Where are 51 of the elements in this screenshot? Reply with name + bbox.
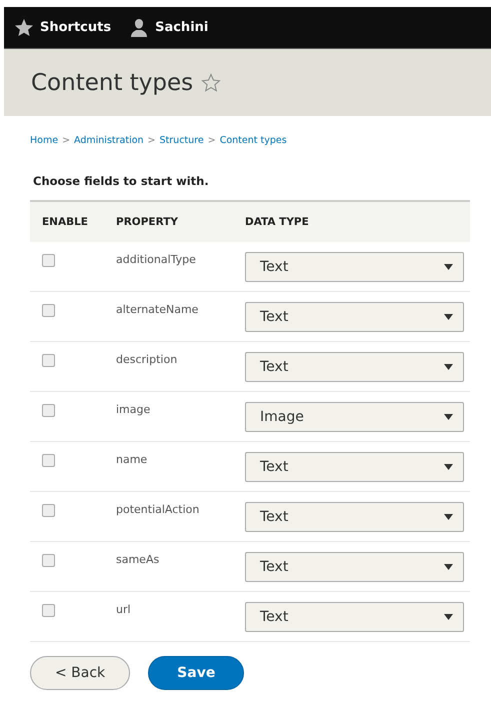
toolbar-link[interactable]: Shortcuts bbox=[14, 18, 112, 38]
caret-icon bbox=[444, 614, 453, 620]
caret-icon bbox=[444, 514, 453, 520]
data-type-select[interactable]: Text bbox=[245, 352, 464, 382]
property-name: description bbox=[116, 353, 178, 366]
column-header: ENABLE bbox=[30, 201, 116, 242]
caret-icon bbox=[444, 314, 453, 320]
data-type-select[interactable]: Text bbox=[245, 502, 464, 532]
enable-checkbox[interactable] bbox=[42, 454, 55, 467]
property-name: alternateName bbox=[116, 303, 198, 316]
breadcrumb-link[interactable]: Home bbox=[30, 135, 58, 146]
caret-icon bbox=[444, 364, 453, 370]
star-icon[interactable] bbox=[201, 72, 222, 92]
data-type-select[interactable]: Text bbox=[245, 302, 464, 332]
breadcrumb-separator: > bbox=[208, 135, 216, 146]
property-name: additionalType bbox=[116, 253, 196, 266]
enable-checkbox[interactable] bbox=[42, 254, 55, 267]
enable-checkbox[interactable] bbox=[42, 554, 55, 567]
enable-checkbox[interactable] bbox=[42, 604, 55, 617]
back-button[interactable]: < Back bbox=[30, 656, 130, 690]
column-header: DATA TYPE bbox=[245, 201, 470, 242]
breadcrumb-link[interactable]: Content types bbox=[220, 135, 287, 146]
data-type-select[interactable]: Text bbox=[245, 252, 464, 282]
breadcrumb-separator: > bbox=[62, 135, 70, 146]
caret-icon bbox=[444, 414, 453, 420]
data-type-select[interactable]: Text bbox=[245, 452, 464, 482]
star-icon bbox=[14, 18, 34, 38]
enable-checkbox[interactable] bbox=[42, 304, 55, 317]
toolbar-link[interactable]: Sachini bbox=[129, 18, 208, 38]
property-name: potentialAction bbox=[116, 503, 200, 516]
breadcrumb-separator: > bbox=[148, 135, 156, 146]
property-name: sameAs bbox=[116, 553, 160, 566]
save-button[interactable]: Save bbox=[148, 656, 244, 690]
caret-icon bbox=[444, 264, 453, 270]
page-title: Content types bbox=[31, 70, 194, 96]
breadcrumb-link[interactable]: Structure bbox=[160, 135, 204, 146]
enable-checkbox[interactable] bbox=[42, 354, 55, 367]
enable-checkbox[interactable] bbox=[42, 404, 55, 417]
data-type-select[interactable]: Image bbox=[245, 402, 464, 432]
property-name: image bbox=[116, 403, 150, 416]
data-type-select[interactable]: Text bbox=[245, 602, 464, 632]
data-type-select[interactable]: Text bbox=[245, 552, 464, 582]
property-name: url bbox=[116, 603, 131, 616]
user-icon bbox=[129, 18, 150, 38]
property-name: name bbox=[116, 453, 148, 466]
column-header: PROPERTY bbox=[116, 201, 245, 242]
breadcrumb-link[interactable]: Administration bbox=[74, 135, 144, 146]
caret-icon bbox=[444, 464, 453, 470]
enable-checkbox[interactable] bbox=[42, 504, 55, 517]
section-title: Choose fields to start with. bbox=[33, 174, 210, 188]
caret-icon bbox=[444, 564, 453, 570]
